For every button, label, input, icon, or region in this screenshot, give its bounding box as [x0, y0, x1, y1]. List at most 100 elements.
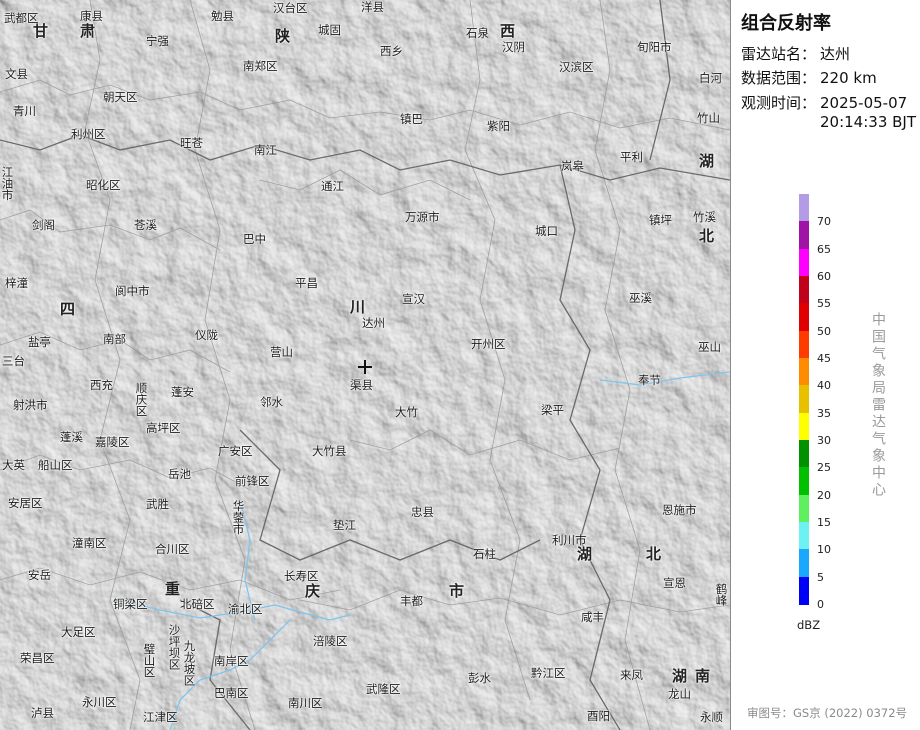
legend-swatch [799, 385, 809, 414]
legend-label: 30 [817, 434, 831, 447]
province-label: 甘 [33, 22, 49, 40]
place-label: 沙坪坝区 [167, 624, 182, 670]
place-label: 永川区 [82, 695, 117, 709]
station-value: 达州 [820, 45, 851, 63]
province-label: 湖 [699, 152, 715, 170]
range-label: 数据范围： [741, 69, 817, 87]
legend-unit: dBZ [797, 618, 821, 632]
place-label: 巴中 [243, 232, 266, 246]
place-label: 安居区 [8, 496, 43, 510]
legend-swatch [799, 440, 809, 468]
place-label: 达州 [362, 316, 385, 330]
place-label: 巫山 [698, 340, 721, 354]
place-label: 勉县 [211, 9, 234, 23]
legend-swatch [799, 303, 809, 332]
radar-station-marker [358, 360, 372, 374]
place-label: 平昌 [295, 276, 318, 290]
place-label: 剑阁 [32, 218, 55, 232]
place-label: 汉台区 [273, 1, 308, 15]
time-date: 2025-05-07 [820, 94, 908, 112]
place-label: 蓬溪 [60, 430, 83, 444]
place-label: 武隆区 [366, 682, 401, 696]
place-label: 船山区 [38, 458, 73, 472]
place-label: 大英 [2, 458, 25, 472]
radar-map[interactable]: 甘 肃 陕 西 湖 北 四 川 重 庆 市 湖 北 湖 南 武都区 康县 勉县 … [0, 0, 730, 730]
province-label: 湖 [672, 667, 688, 685]
place-label: 安岳 [28, 568, 51, 582]
place-label: 三台 [2, 354, 25, 368]
place-label: 华蓥市 [231, 500, 246, 535]
place-label: 镇巴 [400, 112, 423, 126]
place-label: 广安区 [218, 444, 253, 458]
place-label: 大竹县 [312, 444, 347, 458]
place-label: 梓潼 [5, 276, 28, 290]
place-label: 岚皋 [561, 159, 584, 173]
legend-label: 0 [817, 598, 824, 611]
place-label: 鹤峰 [714, 583, 729, 606]
legend-swatch [799, 276, 809, 304]
place-label: 武都区 [4, 11, 39, 25]
place-label: 西乡 [380, 44, 403, 58]
place-label: 旺苍 [180, 136, 203, 150]
place-label: 紫阳 [487, 119, 510, 133]
place-label: 城口 [535, 224, 558, 238]
legend-label: 35 [817, 406, 831, 420]
place-label: 涪陵区 [313, 634, 348, 648]
place-label: 奉节 [638, 373, 661, 387]
place-label: 宁强 [146, 34, 169, 48]
place-label: 宣汉 [402, 292, 425, 306]
place-label: 西充 [90, 378, 113, 392]
place-label: 仪陇 [195, 328, 218, 342]
place-label: 彭水 [468, 671, 491, 685]
place-label: 邻水 [260, 395, 283, 409]
place-label: 南川区 [288, 696, 323, 710]
legend-label: 20 [817, 488, 831, 502]
place-label: 南郑区 [243, 59, 278, 73]
place-label: 垫江 [333, 518, 356, 532]
place-label: 来凤 [620, 668, 643, 682]
place-label: 嘉陵区 [95, 435, 130, 449]
place-label: 合川区 [155, 542, 190, 556]
station-label: 雷达站名： [741, 45, 817, 63]
place-label: 巴南区 [214, 686, 249, 700]
place-label: 文县 [5, 67, 28, 81]
place-label: 大足区 [61, 625, 96, 639]
province-label: 肃 [80, 22, 96, 40]
place-label: 渝北区 [228, 602, 263, 616]
place-label: 潼南区 [72, 536, 107, 550]
place-label: 利川市 [552, 533, 587, 547]
legend-label: 55 [817, 297, 831, 311]
place-label: 渠县 [350, 378, 373, 392]
province-label: 西 [500, 22, 516, 40]
province-label: 重 [165, 580, 181, 598]
place-label: 竹山 [697, 111, 720, 125]
place-label: 荣昌区 [20, 651, 55, 665]
place-label: 白河 [699, 71, 722, 85]
legend-swatch [799, 412, 809, 441]
place-label: 营山 [270, 345, 293, 359]
place-label: 蓬安 [171, 385, 194, 399]
province-label: 庆 [305, 582, 321, 600]
place-label: 盐亭 [28, 335, 51, 349]
place-label: 城固 [318, 23, 341, 37]
legend-swatch [799, 576, 809, 605]
place-label: 南部 [103, 332, 126, 346]
place-label: 苍溪 [134, 218, 157, 232]
agency-label: 中国气象局雷达气象中心 [870, 312, 886, 499]
province-label: 湖 [577, 545, 593, 563]
legend-swatch [799, 522, 809, 550]
place-label: 酉阳 [587, 709, 610, 723]
place-label: 竹溪 [693, 210, 716, 224]
place-label: 恩施市 [662, 503, 697, 517]
place-label: 黔江区 [531, 666, 566, 680]
legend-swatch [799, 221, 809, 250]
place-label: 顺庆区 [134, 382, 149, 417]
place-label: 通江 [321, 179, 344, 193]
place-label: 汉阴 [502, 40, 525, 54]
place-label: 铜梁区 [113, 597, 148, 611]
place-label: 前锋区 [235, 474, 270, 488]
legend-label: 45 [817, 352, 831, 365]
place-label: 泸县 [31, 706, 54, 720]
place-label: 大竹 [395, 405, 418, 419]
legend-label: 60 [817, 270, 831, 283]
